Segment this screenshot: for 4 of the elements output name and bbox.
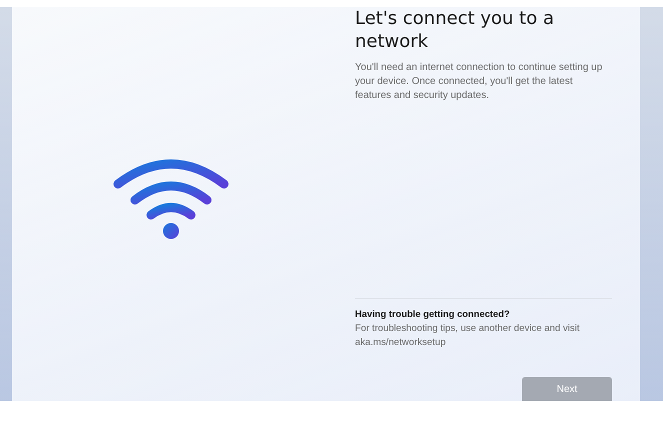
help-text: For troubleshooting tips, use another device and visit aka.ms/networksetup [355,322,581,350]
page-title: Let's connect you to a network [355,7,555,53]
help-heading: Having trouble getting connected? [355,308,511,319]
description-text: You'll need an internet connection to continue setting up your device. Once connected, you'll get the latest features and security updates. [355,61,604,103]
